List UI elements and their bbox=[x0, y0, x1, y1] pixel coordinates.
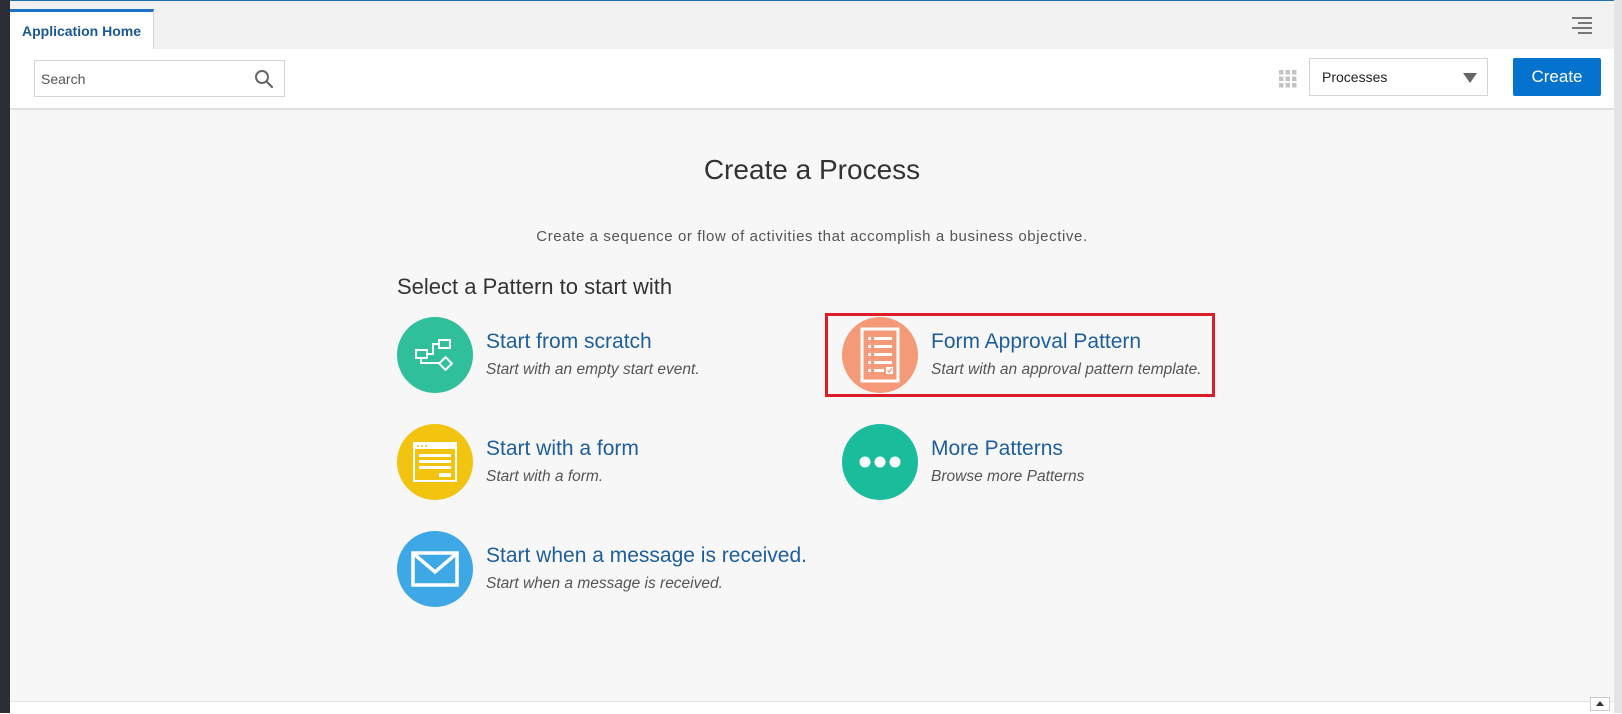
section-title: Select a Pattern to start with bbox=[397, 274, 673, 299]
scroll-up-icon[interactable] bbox=[1590, 697, 1610, 711]
ellipsis-icon bbox=[842, 424, 918, 500]
tab-application-home[interactable]: Application Home bbox=[10, 9, 154, 49]
highlight-box bbox=[825, 313, 1215, 397]
pattern-title[interactable]: Start from scratch bbox=[486, 330, 652, 354]
page-subtitle: Create a sequence or flow of activities … bbox=[536, 228, 1088, 245]
pattern-title[interactable]: Start with a form bbox=[486, 437, 639, 461]
form-window-icon bbox=[397, 424, 473, 500]
pattern-description: Browse more Patterns bbox=[931, 468, 1085, 485]
main-content: Create a Process Create a sequence or fl… bbox=[10, 110, 1614, 701]
left-edge-strip bbox=[0, 0, 10, 713]
create-button[interactable]: Create bbox=[1513, 58, 1601, 96]
pattern-more-patterns[interactable]: More Patterns Browse more Patterns bbox=[842, 424, 1242, 504]
caret-down-icon bbox=[1463, 73, 1477, 83]
toolbar: Processes Create bbox=[10, 49, 1614, 110]
pattern-description: Start when a message is received. bbox=[486, 575, 723, 592]
search-input[interactable] bbox=[35, 61, 247, 96]
envelope-icon bbox=[397, 531, 473, 607]
flowchart-icon bbox=[397, 317, 473, 393]
pattern-title[interactable]: Start when a message is received. bbox=[486, 544, 807, 568]
pattern-title[interactable]: More Patterns bbox=[931, 437, 1063, 461]
pattern-start-from-scratch[interactable]: Start from scratch Start with an empty s… bbox=[397, 317, 797, 397]
pattern-message-received[interactable]: Start when a message is received. Start … bbox=[397, 531, 807, 611]
pattern-description: Start with a form. bbox=[486, 468, 604, 485]
select-value: Processes bbox=[1322, 69, 1388, 85]
page-title: Create a Process bbox=[703, 154, 921, 185]
search-icon[interactable] bbox=[254, 69, 274, 89]
search-box bbox=[34, 60, 285, 97]
hamburger-menu-icon[interactable] bbox=[1572, 17, 1592, 34]
pattern-description: Start with an empty start event. bbox=[486, 361, 700, 378]
type-select[interactable]: Processes bbox=[1309, 58, 1488, 96]
grid-view-icon[interactable] bbox=[1279, 70, 1297, 88]
tab-label: Application Home bbox=[21, 22, 141, 39]
pattern-start-with-form[interactable]: Start with a form Start with a form. bbox=[397, 424, 797, 504]
right-scrollbar[interactable] bbox=[1614, 0, 1622, 713]
tab-bar: Application Home bbox=[10, 1, 1614, 49]
bottom-bar bbox=[10, 701, 1614, 714]
